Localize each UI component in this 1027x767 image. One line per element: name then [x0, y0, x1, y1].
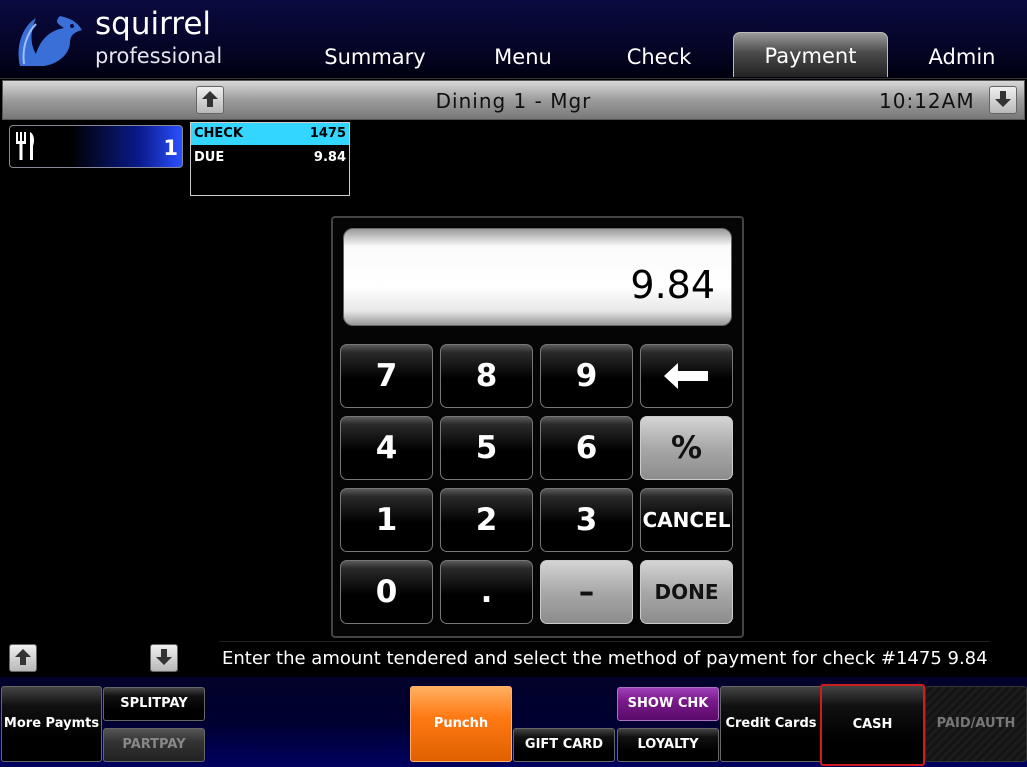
key-1[interactable]: 1: [340, 488, 433, 552]
squirrel-logo-icon: [18, 16, 82, 66]
backspace-button[interactable]: [640, 344, 733, 408]
percent-button[interactable]: %: [640, 416, 733, 480]
key-4[interactable]: 4: [340, 416, 433, 480]
punchh-button[interactable]: Punchh: [410, 686, 512, 762]
cancel-button[interactable]: CANCEL: [640, 488, 733, 552]
table-number: 1: [163, 136, 178, 160]
check-number-row: CHECK 1475: [191, 123, 349, 145]
scroll-down-button[interactable]: [989, 86, 1017, 114]
tab-menu[interactable]: Menu: [470, 34, 576, 76]
key-2[interactable]: 2: [440, 488, 533, 552]
due-row: DUE 9.84: [191, 147, 349, 169]
arrow-left-icon: [663, 363, 708, 389]
arrow-up-icon: [15, 649, 31, 665]
due-label: DUE: [194, 150, 225, 165]
tab-summary[interactable]: Summary: [310, 34, 440, 76]
partpay-button[interactable]: PARTPAY: [103, 728, 205, 762]
instruction-message: Enter the amount tendered and select the…: [219, 641, 990, 676]
key-9[interactable]: 9: [540, 344, 633, 408]
decimal-button[interactable]: .: [440, 560, 533, 624]
table-scroll-down-button[interactable]: [150, 644, 178, 672]
amount-display: 9.84: [343, 228, 732, 326]
arrow-down-icon: [995, 91, 1011, 107]
status-title: Dining 1 - Mgr: [435, 89, 592, 113]
key-6[interactable]: 6: [540, 416, 633, 480]
loyalty-button[interactable]: LOYALTY: [617, 728, 719, 762]
fork-knife-icon: [16, 132, 34, 160]
splitpay-button[interactable]: SPLITPAY: [103, 687, 205, 721]
paid-auth-button[interactable]: PAID/AUTH: [925, 686, 1027, 762]
status-time: 10:12AM: [879, 89, 975, 113]
check-number: 1475: [309, 126, 346, 141]
key-0[interactable]: 0: [340, 560, 433, 624]
show-check-button[interactable]: SHOW CHK: [617, 687, 719, 721]
minus-button[interactable]: –: [540, 560, 633, 624]
cash-button[interactable]: CASH: [820, 684, 925, 766]
done-button[interactable]: DONE: [640, 560, 733, 624]
tab-payment[interactable]: Payment: [733, 32, 888, 77]
table-scroll-up-button[interactable]: [9, 644, 37, 672]
key-3[interactable]: 3: [540, 488, 633, 552]
arrow-down-icon: [156, 649, 172, 665]
credit-cards-button[interactable]: Credit Cards: [720, 686, 822, 762]
top-header: squirrel professional Summary Menu Check…: [0, 0, 1027, 79]
check-summary[interactable]: CHECK 1475 DUE 9.84: [190, 122, 350, 196]
check-label: CHECK: [194, 126, 243, 141]
status-bar: Dining 1 - Mgr 10:12AM: [2, 80, 1025, 120]
more-payments-button[interactable]: More Paymts: [1, 686, 102, 762]
logo-name: squirrel: [95, 6, 212, 42]
key-7[interactable]: 7: [340, 344, 433, 408]
key-5[interactable]: 5: [440, 416, 533, 480]
logo-subtitle: professional: [95, 44, 223, 68]
amount-value: 9.84: [630, 263, 715, 307]
due-amount: 9.84: [313, 150, 346, 165]
table-tile[interactable]: 1: [9, 125, 183, 168]
tab-check[interactable]: Check: [600, 34, 718, 76]
tab-admin[interactable]: Admin: [900, 34, 1024, 76]
key-8[interactable]: 8: [440, 344, 533, 408]
gift-card-button[interactable]: GIFT CARD: [513, 728, 615, 762]
